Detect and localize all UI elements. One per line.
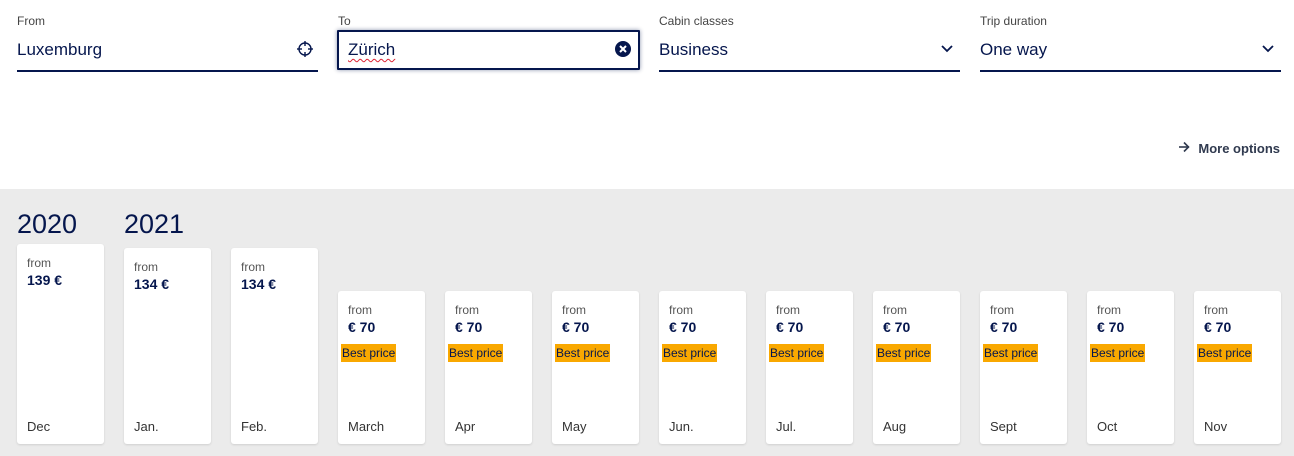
price: € 70 (776, 319, 804, 335)
price: 134 € (134, 276, 170, 292)
month-card-aug[interactable]: from € 70 Best price Aug (873, 291, 960, 444)
month-label: Nov (1204, 419, 1228, 434)
arrow-right-icon (1178, 141, 1191, 156)
month-card-nov[interactable]: from € 70 Best price Nov (1194, 291, 1281, 444)
price: € 70 (455, 319, 483, 335)
best-price-badge: Best price (662, 344, 718, 362)
price: € 70 (669, 319, 697, 335)
price: € 70 (1204, 319, 1232, 335)
from-label: from (27, 256, 51, 270)
year-label: 2020 (17, 209, 78, 239)
more-options-link[interactable]: More options (1178, 141, 1280, 156)
month-calendar: 2020 2021 from 139 € Dec from 134 € Jan.… (0, 189, 1294, 456)
to-input[interactable]: Zürich (337, 30, 640, 70)
crosshair-icon[interactable] (296, 40, 314, 58)
to-label: To (338, 14, 351, 28)
from-label: from (776, 303, 800, 317)
month-label: Dec (27, 419, 51, 434)
from-label: from (1204, 303, 1228, 317)
month-card-feb[interactable]: from 134 € Feb. (231, 248, 318, 444)
month-label: Oct (1097, 419, 1118, 434)
month-card-sept[interactable]: from € 70 Best price Sept (980, 291, 1067, 444)
to-field[interactable]: To Zürich (337, 0, 640, 72)
from-value: Luxemburg (17, 40, 103, 59)
trip-duration-select[interactable]: One way (980, 30, 1281, 72)
month-label: Feb. (241, 419, 268, 434)
cabin-value: Business (659, 40, 728, 59)
cabin-label: Cabin classes (659, 14, 734, 28)
month-card-apr[interactable]: from € 70 Best price Apr (445, 291, 532, 444)
from-label: from (1097, 303, 1121, 317)
chevron-down-icon (938, 40, 956, 58)
month-label: Jul. (776, 419, 797, 434)
price: € 70 (1097, 319, 1125, 335)
best-price-badge: Best price (876, 344, 932, 362)
chevron-down-icon (1259, 40, 1277, 58)
month-label: Aug (883, 419, 907, 434)
month-card-dec[interactable]: from 139 € Dec (17, 244, 104, 444)
month-label: Jun. (669, 419, 694, 434)
price: € 70 (348, 319, 376, 335)
to-value: Zürich (348, 40, 396, 59)
from-label: from (348, 303, 372, 317)
from-label: from (241, 260, 265, 274)
price: € 70 (562, 319, 590, 335)
from-input[interactable]: Luxemburg (17, 30, 318, 72)
from-label: from (562, 303, 586, 317)
month-card-jun[interactable]: from € 70 Best price Jun. (659, 291, 746, 444)
price: 134 € (241, 276, 277, 292)
from-label: from (669, 303, 693, 317)
month-label: Jan. (134, 419, 159, 434)
best-price-badge: Best price (769, 344, 825, 362)
trip-duration-field[interactable]: Trip duration One way (980, 0, 1281, 72)
more-options-label: More options (1198, 141, 1280, 156)
month-label: March (348, 419, 385, 434)
cabin-field[interactable]: Cabin classes Business (659, 0, 960, 72)
best-price-badge: Best price (448, 344, 504, 362)
price: € 70 (990, 319, 1018, 335)
month-card-jan[interactable]: from 134 € Jan. (124, 248, 211, 444)
cabin-select[interactable]: Business (659, 30, 960, 72)
from-label: From (17, 14, 45, 28)
year-label: 2021 (124, 209, 185, 239)
from-field[interactable]: From Luxemburg (17, 0, 318, 72)
month-card-oct[interactable]: from € 70 Best price Oct (1087, 291, 1174, 444)
best-price-badge: Best price (1197, 344, 1253, 362)
month-card-jul[interactable]: from € 70 Best price Jul. (766, 291, 853, 444)
trip-duration-label: Trip duration (980, 14, 1047, 28)
trip-duration-value: One way (980, 40, 1048, 59)
price: € 70 (883, 319, 911, 335)
month-label: May (562, 419, 587, 434)
clear-icon[interactable] (614, 40, 632, 58)
best-price-badge: Best price (983, 344, 1039, 362)
from-label: from (455, 303, 479, 317)
best-price-badge: Best price (1090, 344, 1146, 362)
month-label: Apr (455, 419, 476, 434)
from-label: from (990, 303, 1014, 317)
month-label: Sept (990, 419, 1017, 434)
month-card-march[interactable]: from € 70 Best price March (338, 291, 425, 444)
best-price-badge: Best price (341, 344, 397, 362)
from-label: from (134, 260, 158, 274)
price: 139 € (27, 272, 63, 288)
from-label: from (883, 303, 907, 317)
month-card-may[interactable]: from € 70 Best price May (552, 291, 639, 444)
best-price-badge: Best price (555, 344, 611, 362)
